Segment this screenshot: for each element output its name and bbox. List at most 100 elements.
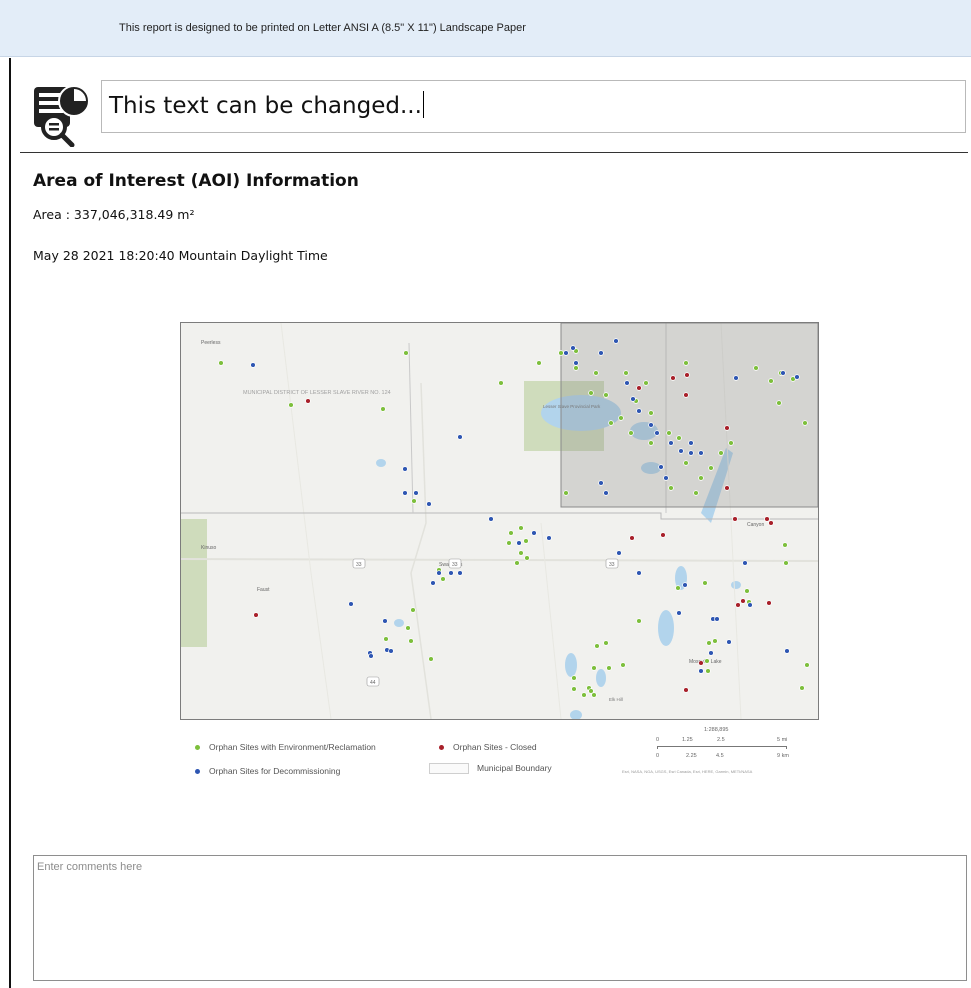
site-point-green	[518, 550, 524, 556]
lake-4	[658, 610, 674, 646]
site-point-green	[782, 542, 788, 548]
site-point-blue	[668, 440, 674, 446]
site-point-blue	[430, 580, 436, 586]
site-point-green	[675, 585, 681, 591]
scale-bar-line	[657, 746, 787, 749]
site-point-red	[724, 425, 730, 431]
print-info-text: This report is designed to be printed on…	[119, 22, 526, 34]
map-label-park: Lesser Slave Provincial Park	[543, 404, 601, 409]
aoi-heading: Area of Interest (AOI) Information	[33, 171, 359, 191]
aoi-overlay	[560, 323, 818, 508]
site-point-green	[783, 560, 789, 566]
svg-text:44: 44	[370, 680, 376, 686]
lake-9	[376, 459, 386, 467]
map-label-peerless: Peerless	[201, 340, 221, 346]
site-point-blue	[654, 430, 660, 436]
site-point-red	[764, 516, 770, 522]
site-point-green	[643, 380, 649, 386]
legend-item-red: Orphan Sites - Closed	[439, 742, 537, 752]
aoi-area: Area : 337,046,318.49 m²	[33, 207, 195, 222]
legend-item-green: Orphan Sites with Environment/Reclamatio…	[195, 742, 376, 752]
legend-label-red: Orphan Sites - Closed	[453, 742, 537, 752]
highway-shield-4: 33	[448, 558, 462, 569]
site-point-green	[571, 675, 577, 681]
site-point-green	[753, 365, 759, 371]
site-point-blue	[678, 448, 684, 454]
site-point-red	[670, 375, 676, 381]
site-point-green	[573, 365, 579, 371]
site-point-red	[698, 660, 704, 666]
site-point-green	[648, 410, 654, 416]
site-point-green	[524, 555, 530, 561]
legend-label-boundary: Municipal Boundary	[477, 763, 552, 773]
site-point-blue	[388, 648, 394, 654]
map-attribution: Esri, NASA, NGA, USGS, Esri Canada, Esri…	[622, 769, 753, 774]
boundary-swatch-icon	[429, 763, 469, 775]
map-label-district: MUNICIPAL DISTRICT OF LESSER SLAVE RIVER…	[243, 390, 391, 396]
site-point-blue	[563, 350, 569, 356]
site-point-blue	[682, 582, 688, 588]
scale-km-1: 2.25	[686, 753, 697, 759]
red-dot-icon	[439, 745, 444, 751]
scale-mi-2: 2.5	[717, 737, 725, 743]
site-point-red	[636, 385, 642, 391]
site-point-green	[506, 540, 512, 546]
site-point-green	[440, 576, 446, 582]
site-point-blue	[250, 362, 256, 368]
site-point-red	[684, 372, 690, 378]
map-label-faust: Faust	[257, 587, 270, 593]
highway-shield-2: 44	[366, 676, 380, 687]
site-point-green	[799, 685, 805, 691]
site-point-blue	[708, 650, 714, 656]
report-title-text[interactable]: This text can be changed...	[109, 91, 424, 119]
site-point-blue	[402, 466, 408, 472]
site-point-blue	[658, 464, 664, 470]
site-point-blue	[598, 480, 604, 486]
site-point-blue	[726, 639, 732, 645]
site-point-blue	[742, 560, 748, 566]
site-point-blue	[630, 396, 636, 402]
site-point-green	[405, 625, 411, 631]
comments-input[interactable]	[33, 855, 967, 981]
site-point-green	[608, 420, 614, 426]
site-point-blue	[426, 501, 432, 507]
site-point-blue	[457, 570, 463, 576]
map-frame[interactable]: Peerless MUNICIPAL DISTRICT OF LESSER SL…	[180, 322, 819, 720]
site-point-green	[218, 360, 224, 366]
site-point-green	[802, 420, 808, 426]
highway-shield-1: 33	[352, 558, 366, 569]
site-point-green	[628, 430, 634, 436]
site-point-red	[768, 520, 774, 526]
site-point-red	[766, 600, 772, 606]
site-point-green	[744, 588, 750, 594]
site-point-blue	[368, 653, 374, 659]
site-point-green	[581, 692, 587, 698]
site-point-green	[668, 485, 674, 491]
lake-6	[565, 653, 577, 677]
site-point-green	[768, 378, 774, 384]
site-point-green	[593, 370, 599, 376]
map: Peerless MUNICIPAL DISTRICT OF LESSER SL…	[181, 323, 818, 719]
site-point-blue	[648, 422, 654, 428]
site-point-green	[666, 430, 672, 436]
site-point-blue	[348, 601, 354, 607]
legend-item-boundary: Municipal Boundary	[429, 763, 552, 775]
scale-ratio: 1:288,895	[704, 727, 729, 733]
print-info-banner: This report is designed to be printed on…	[0, 0, 971, 57]
site-point-red	[253, 612, 259, 618]
scale-mi-3: 5 mi	[777, 737, 788, 743]
text-cursor	[422, 91, 424, 118]
site-point-blue	[448, 570, 454, 576]
park-area	[181, 519, 207, 647]
site-point-green	[603, 392, 609, 398]
report-title-field[interactable]: This text can be changed...	[101, 80, 966, 133]
legend-item-blue: Orphan Sites for Decommissioning	[195, 766, 340, 776]
site-point-green	[708, 465, 714, 471]
site-point-blue	[733, 375, 739, 381]
scale-km-0: 0	[656, 753, 660, 759]
site-point-blue	[676, 610, 682, 616]
site-point-green	[648, 440, 654, 446]
site-point-green	[804, 662, 810, 668]
report-icon	[34, 85, 90, 147]
site-point-blue	[636, 570, 642, 576]
